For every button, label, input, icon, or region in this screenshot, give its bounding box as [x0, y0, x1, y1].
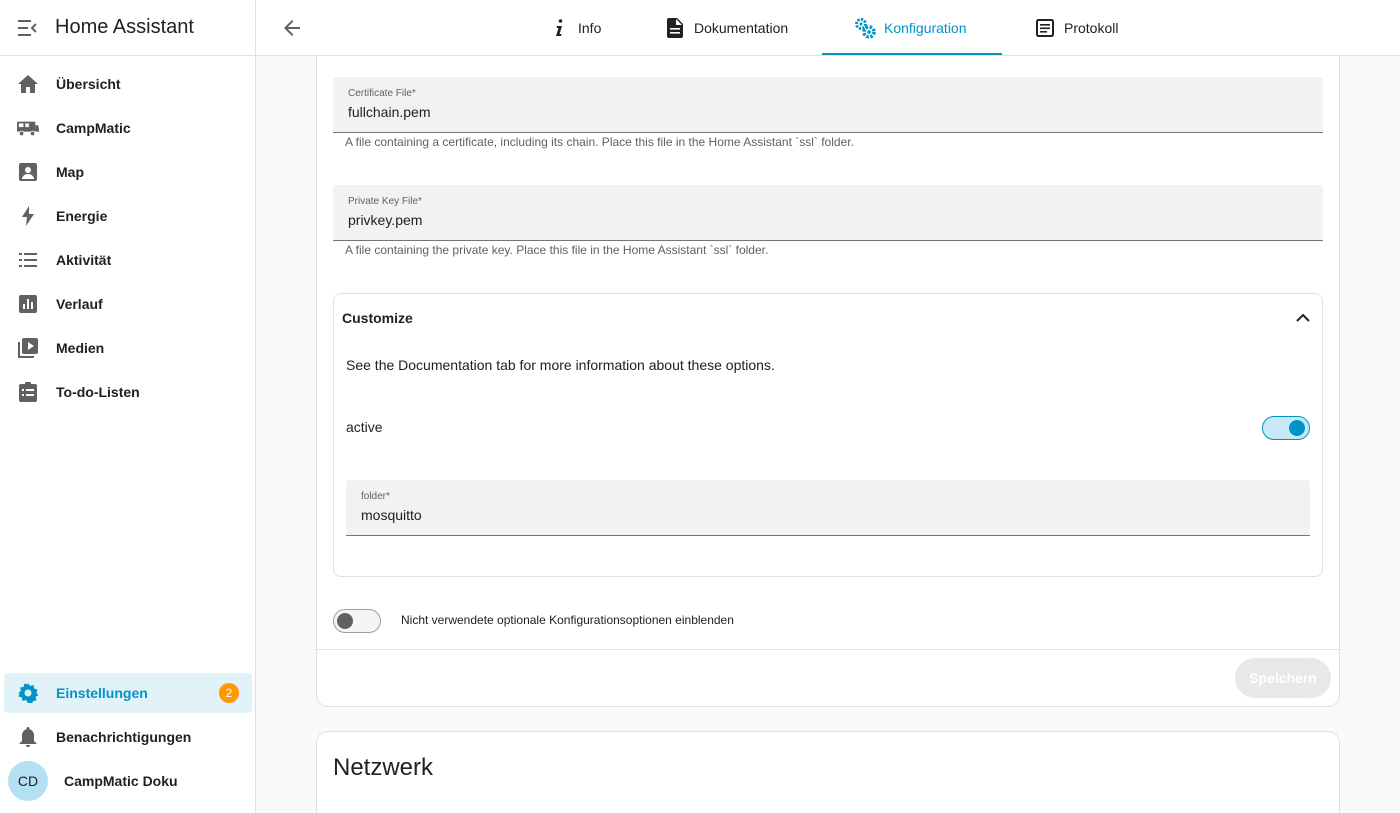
chevron-up-icon[interactable] [1296, 310, 1310, 328]
toggle-knob [1289, 420, 1305, 436]
network-card: Netzwerk [316, 731, 1340, 813]
sidebar-item-label: CampMatic [56, 120, 131, 136]
sidebar-item-label: Aktivität [56, 252, 112, 268]
play-box-multiple-icon [17, 337, 39, 359]
sidebar-item-benachrichtigungen[interactable]: Benachrichtigungen [4, 717, 252, 757]
bell-icon [17, 726, 39, 748]
clipboard-list-icon [17, 381, 39, 403]
sidebar-item-label: Einstellungen [56, 685, 148, 701]
chart-box-icon [17, 293, 39, 315]
folder-label: folder* [361, 491, 390, 502]
sidebar-item-label: Medien [56, 340, 105, 356]
sidebar: Home Assistant Übersicht CampMatic Map E… [0, 0, 256, 813]
user-name: CampMatic Doku [64, 773, 178, 789]
customize-section: Customize See the Documentation tab for … [333, 293, 1323, 577]
config-card: Certificate File* fullchain.pem A file c… [316, 56, 1340, 707]
tab-protokoll[interactable]: Protokoll [1034, 0, 1118, 56]
tab-konfiguration[interactable]: Konfiguration [854, 0, 967, 56]
app-title: Home Assistant [55, 16, 194, 38]
folder-value: mosquitto [361, 507, 422, 523]
topbar: Info Dokumentation Konfiguration Protoko… [256, 0, 1400, 56]
sidebar-item-verlauf[interactable]: Verlauf [4, 284, 252, 324]
format-list-icon [17, 249, 39, 271]
customize-title: Customize [342, 310, 413, 326]
show-unused-label: Nicht verwendete optionale Konfiguration… [401, 613, 734, 627]
sidebar-item-label: Übersicht [56, 76, 121, 92]
main-content: Certificate File* fullchain.pem A file c… [256, 56, 1400, 813]
save-button[interactable]: Speichern [1235, 658, 1331, 698]
sidebar-item-label: Verlauf [56, 296, 103, 312]
account-box-icon [17, 161, 39, 183]
tab-label: Protokoll [1064, 20, 1119, 36]
keyfile-hint: A file containing the private key. Place… [345, 243, 769, 257]
keyfile-field[interactable]: Private Key File* privkey.pem [333, 185, 1323, 241]
folder-field[interactable]: folder* mosquitto [346, 480, 1310, 536]
sidebar-item-label: Benachrichtigungen [56, 729, 192, 745]
avatar: CD [8, 761, 48, 801]
file-document-icon [664, 17, 686, 39]
back-arrow-icon[interactable] [280, 16, 304, 40]
certfile-label: Certificate File* [348, 88, 416, 99]
tab-label: Dokumentation [694, 20, 789, 36]
tab-label: Konfiguration [884, 20, 967, 36]
sidebar-item-todo[interactable]: To-do-Listen [4, 372, 252, 412]
sidebar-item-campmatic[interactable]: CampMatic [4, 108, 252, 148]
lightning-bolt-icon [17, 205, 39, 227]
text-box-icon [1034, 17, 1056, 39]
certfile-value: fullchain.pem [348, 104, 431, 120]
card-actions-divider [317, 649, 1339, 650]
customize-header[interactable]: Customize [334, 294, 1322, 342]
network-title: Netzwerk [333, 754, 434, 781]
menu-collapse-icon[interactable] [16, 16, 40, 40]
keyfile-value: privkey.pem [348, 212, 423, 228]
customize-description: See the Documentation tab for more infor… [346, 357, 775, 373]
sidebar-item-medien[interactable]: Medien [4, 328, 252, 368]
info-icon [548, 17, 570, 39]
cogs-icon [854, 17, 876, 39]
sidebar-item-label: Map [56, 164, 84, 180]
active-toggle[interactable] [1262, 416, 1310, 440]
certfile-hint: A file containing a certificate, includi… [345, 135, 854, 149]
toggle-knob [337, 613, 353, 629]
sidebar-item-label: To-do-Listen [56, 384, 140, 400]
tab-dokumentation[interactable]: Dokumentation [664, 0, 788, 56]
notification-badge: 2 [219, 683, 239, 703]
sidebar-item-aktivitaet[interactable]: Aktivität [4, 240, 252, 280]
sidebar-item-map[interactable]: Map [4, 152, 252, 192]
sidebar-header: Home Assistant [0, 0, 255, 56]
tab-info[interactable]: Info [548, 0, 601, 56]
sidebar-item-uebersicht[interactable]: Übersicht [4, 64, 252, 104]
rv-icon [17, 117, 39, 139]
show-unused-toggle[interactable] [333, 609, 381, 633]
certfile-field[interactable]: Certificate File* fullchain.pem [333, 77, 1323, 133]
active-label: active [346, 419, 383, 435]
sidebar-item-energie[interactable]: Energie [4, 196, 252, 236]
sidebar-user-profile[interactable]: CD CampMatic Doku [4, 761, 252, 801]
sidebar-item-label: Energie [56, 208, 108, 224]
tab-label: Info [578, 20, 602, 36]
active-tab-indicator [822, 53, 1002, 55]
keyfile-label: Private Key File* [348, 196, 422, 207]
home-icon [17, 73, 39, 95]
cog-icon [17, 682, 39, 704]
sidebar-item-einstellungen[interactable]: Einstellungen 2 [4, 673, 252, 713]
